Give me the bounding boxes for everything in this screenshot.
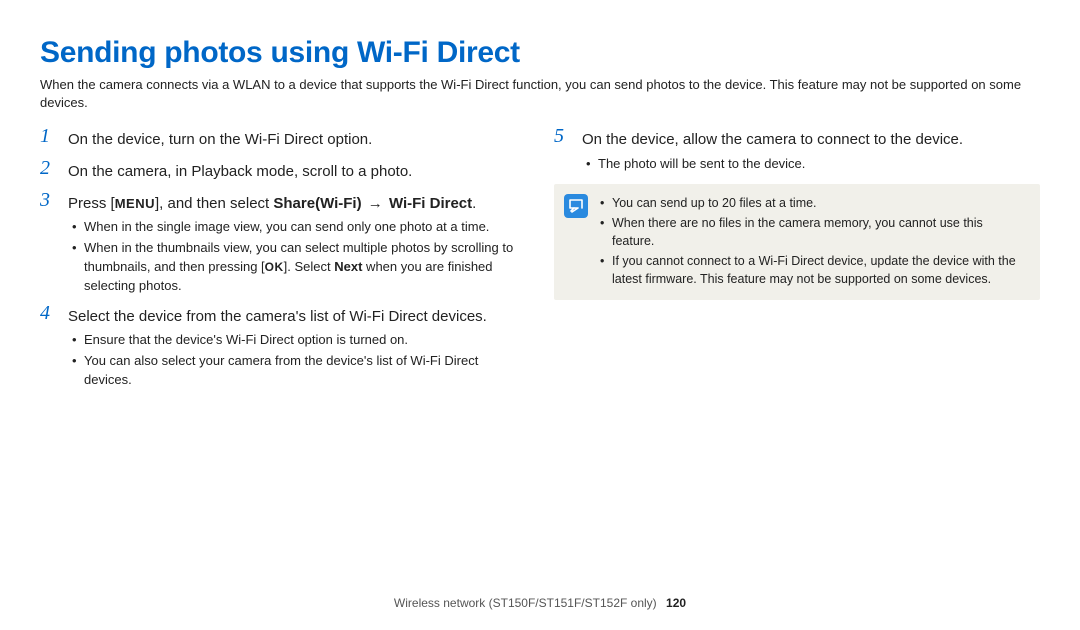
page-number: 120 — [666, 596, 686, 610]
step-1: 1 On the device, turn on the Wi-Fi Direc… — [40, 129, 526, 151]
step-number: 2 — [40, 157, 50, 180]
menu-icon: MENU — [115, 196, 155, 211]
bullet: When in the thumbnails view, you can sel… — [72, 239, 526, 296]
step-3: 3 Press [MENU], and then select Share(Wi… — [40, 193, 526, 296]
ok-icon: OK — [265, 260, 284, 274]
step-text: Select the device from the camera's list… — [68, 308, 487, 325]
note-box: You can send up to 20 files at a time. W… — [554, 184, 1040, 301]
step-number: 4 — [40, 302, 50, 325]
intro-text: When the camera connects via a WLAN to a… — [40, 76, 1040, 111]
bullet: You can also select your camera from the… — [72, 352, 526, 390]
text-fragment: . — [472, 195, 476, 212]
note-bullets: You can send up to 20 files at a time. W… — [600, 194, 1026, 289]
content-columns: 1 On the device, turn on the Wi-Fi Direc… — [40, 129, 1040, 400]
footer-section: Wireless network (ST150F/ST151F/ST152F o… — [394, 596, 657, 610]
step-5: 5 On the device, allow the camera to con… — [554, 129, 1040, 174]
text-fragment: ]. Select — [284, 259, 335, 274]
step-5-bullets: The photo will be sent to the device. — [582, 155, 1040, 174]
text-fragment: ], and then select — [155, 195, 273, 212]
step-text: On the device, turn on the Wi-Fi Direct … — [68, 131, 372, 148]
step-4-bullets: Ensure that the device's Wi-Fi Direct op… — [68, 331, 526, 390]
wifi-direct-label: Wi-Fi Direct — [389, 195, 472, 212]
page: Sending photos using Wi-Fi Direct When t… — [0, 0, 1080, 630]
page-footer: Wireless network (ST150F/ST151F/ST152F o… — [0, 596, 1080, 610]
step-text: Press [MENU], and then select Share(Wi-F… — [68, 195, 476, 212]
step-number: 3 — [40, 189, 50, 212]
arrow-icon: → — [362, 195, 389, 212]
bullet: You can send up to 20 files at a time. — [600, 194, 1026, 212]
bullet: When in the single image view, you can s… — [72, 218, 526, 237]
text-fragment: Press [ — [68, 195, 115, 212]
step-2: 2 On the camera, in Playback mode, scrol… — [40, 161, 526, 183]
steps-right: 5 On the device, allow the camera to con… — [554, 129, 1040, 174]
right-column: 5 On the device, allow the camera to con… — [554, 129, 1040, 400]
bullet: When there are no files in the camera me… — [600, 214, 1026, 250]
next-label: Next — [334, 259, 362, 274]
bullet: The photo will be sent to the device. — [586, 155, 1040, 174]
step-number: 1 — [40, 125, 50, 148]
step-4: 4 Select the device from the camera's li… — [40, 306, 526, 390]
step-text: On the camera, in Playback mode, scroll … — [68, 163, 412, 180]
page-title: Sending photos using Wi-Fi Direct — [40, 36, 1040, 70]
bullet: Ensure that the device's Wi-Fi Direct op… — [72, 331, 526, 350]
step-text: On the device, allow the camera to conne… — [582, 131, 963, 148]
step-number: 5 — [554, 125, 564, 148]
share-label: Share(Wi-Fi) — [273, 195, 361, 212]
step-3-bullets: When in the single image view, you can s… — [68, 218, 526, 295]
steps-left: 1 On the device, turn on the Wi-Fi Direc… — [40, 129, 526, 390]
left-column: 1 On the device, turn on the Wi-Fi Direc… — [40, 129, 526, 400]
note-icon — [564, 194, 588, 218]
bullet: If you cannot connect to a Wi-Fi Direct … — [600, 252, 1026, 288]
